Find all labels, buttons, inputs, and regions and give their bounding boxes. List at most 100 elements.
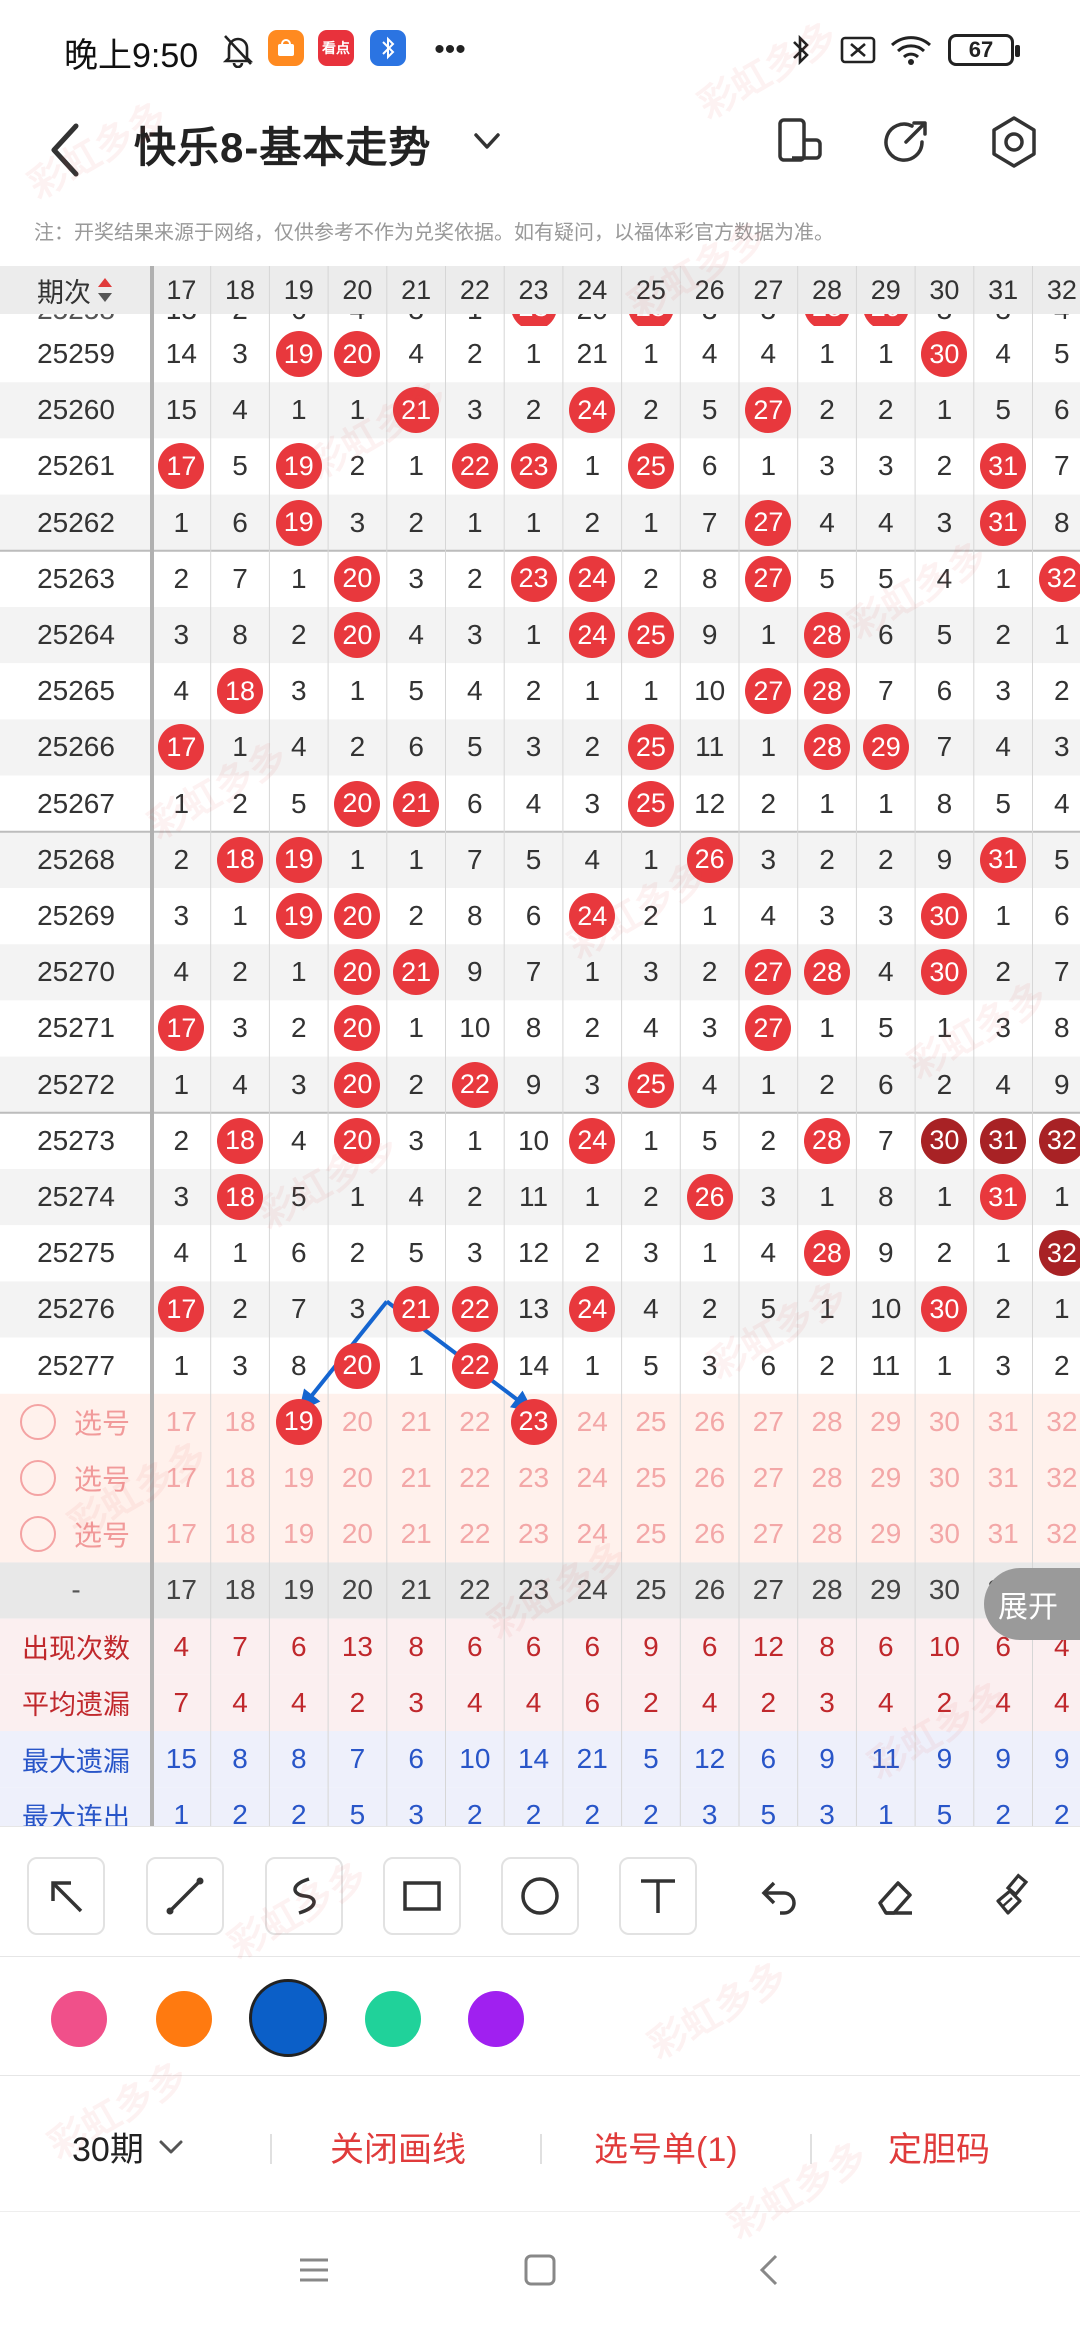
selectable-number[interactable]: 27 <box>739 1450 798 1506</box>
selectable-number[interactable]: 29 <box>856 1450 915 1506</box>
selectable-number[interactable]: 24 <box>563 1394 622 1450</box>
selected-number[interactable]: 23 <box>504 1394 563 1450</box>
selectable-number[interactable]: 19 <box>269 1506 328 1562</box>
back-nav-icon[interactable] <box>752 2252 788 2293</box>
selectable-number[interactable]: 30 <box>915 1450 974 1506</box>
stats-value: 21 <box>576 1743 608 1775</box>
selectable-number[interactable]: 17 <box>152 1506 211 1562</box>
hit-ball: 21 <box>393 949 440 996</box>
clear-brush-icon[interactable] <box>974 1857 1052 1935</box>
selectable-number[interactable]: 31 <box>974 1506 1033 1562</box>
selectable-number[interactable]: 24 <box>563 1450 622 1506</box>
selectable-number[interactable]: 28 <box>798 1506 857 1562</box>
period-label: 25265 <box>37 675 115 707</box>
selectable-number[interactable]: 21 <box>387 1394 446 1450</box>
undo-icon[interactable] <box>738 1857 816 1935</box>
selectable-number[interactable]: 22 <box>446 1450 505 1506</box>
selectable-number[interactable]: 28 <box>798 1394 857 1450</box>
selectable-number[interactable]: 31 <box>974 1450 1033 1506</box>
settings-gear-icon[interactable] <box>984 112 1044 172</box>
color-swatch-purple[interactable] <box>468 1991 524 2047</box>
selectable-number[interactable]: 19 <box>269 1450 328 1506</box>
miss-count: 3 <box>173 1181 190 1213</box>
miss-count: 4 <box>408 338 424 370</box>
selectable-number[interactable]: 32 <box>1033 1450 1080 1506</box>
selectable-number[interactable]: 22 <box>446 1394 505 1450</box>
period-select[interactable]: 30期 <box>72 2122 188 2171</box>
selectable-number[interactable]: 22 <box>446 1506 505 1562</box>
hit-cell: 19 <box>269 888 328 944</box>
selectable-number[interactable]: 27 <box>739 1394 798 1450</box>
selectable-number[interactable]: 30 <box>915 1506 974 1562</box>
selectable-number[interactable]: 25 <box>622 1506 681 1562</box>
miss-count: 1 <box>349 843 366 875</box>
select-row-toggle[interactable]: 选号 <box>0 1394 152 1450</box>
period-column-header[interactable]: 期次 <box>0 266 152 314</box>
expand-button[interactable]: 展开 <box>984 1568 1080 1641</box>
selectable-number[interactable]: 25 <box>622 1394 681 1450</box>
selectable-number[interactable]: 32 <box>1033 1394 1080 1450</box>
circle-tool-icon[interactable] <box>501 1857 579 1935</box>
page-title[interactable]: 快乐8-基本走势 <box>134 114 431 175</box>
selectable-number[interactable]: 31 <box>974 1394 1033 1450</box>
banker-number-button[interactable]: 定胆码 <box>888 2122 990 2171</box>
select-row-toggle[interactable]: 选号 <box>0 1506 152 1562</box>
selectable-number[interactable]: 18 <box>211 1394 270 1450</box>
selectable-number[interactable]: 18 <box>211 1450 270 1506</box>
selectable-number[interactable]: 29 <box>856 1394 915 1450</box>
chevron-down-icon[interactable] <box>470 124 504 158</box>
system-nav-bar <box>0 2212 1080 2340</box>
miss-count: 1 <box>408 450 424 482</box>
selectable-number[interactable]: 30 <box>915 1394 974 1450</box>
selectable-number[interactable]: 17 <box>152 1450 211 1506</box>
selectable-number[interactable]: 17 <box>152 1394 211 1450</box>
selectable-number[interactable]: 23 <box>504 1450 563 1506</box>
arrow-tool-icon[interactable] <box>27 1857 105 1935</box>
hit-cell: 17 <box>152 438 211 494</box>
selectable-number[interactable]: 21 <box>387 1450 446 1506</box>
hit-cell: 19 <box>269 326 328 382</box>
selectable-number[interactable]: 20 <box>328 1394 387 1450</box>
pick-list-button[interactable]: 选号单(1) <box>594 2122 738 2171</box>
selectable-number[interactable]: 18 <box>211 1506 270 1562</box>
home-nav-icon[interactable] <box>522 2252 558 2293</box>
selectable-number[interactable]: 26 <box>680 1506 739 1562</box>
phone-landscape-button[interactable] <box>770 112 830 172</box>
selectable-number[interactable]: 26 <box>680 1394 739 1450</box>
miss-count: 3 <box>408 1124 424 1156</box>
selected-number[interactable]: 19 <box>269 1394 328 1450</box>
selectable-number[interactable]: 23 <box>504 1506 563 1562</box>
select-row-toggle[interactable]: 选号 <box>0 1450 152 1506</box>
selectable-number[interactable]: 28 <box>798 1450 857 1506</box>
hit-ball: 24 <box>569 1117 616 1164</box>
curve-tool-icon[interactable] <box>265 1857 343 1935</box>
menu-nav-icon[interactable] <box>296 2252 332 2293</box>
selectable-number[interactable]: 20 <box>328 1506 387 1562</box>
color-swatch-orange[interactable] <box>156 1991 212 2047</box>
selectable-number[interactable]: 29 <box>856 1506 915 1562</box>
back-button[interactable] <box>40 110 100 190</box>
rectangle-tool-icon[interactable] <box>383 1857 461 1935</box>
eraser-icon[interactable] <box>856 1857 934 1935</box>
miss-count: 1 <box>584 675 601 707</box>
selectable-number[interactable]: 25 <box>622 1450 681 1506</box>
selectable-number[interactable]: 26 <box>680 1450 739 1506</box>
share-button[interactable] <box>876 112 936 172</box>
miss-count: 4 <box>290 1124 307 1156</box>
miss-count: 2 <box>290 619 307 651</box>
miss-count: 2 <box>819 394 835 426</box>
color-swatch-green[interactable] <box>365 1991 421 2047</box>
miss-count: 1 <box>936 394 953 426</box>
color-swatch-blue-selected[interactable] <box>249 1979 327 2057</box>
selectable-number[interactable]: 20 <box>328 1450 387 1506</box>
hit-ball: 29 <box>862 314 909 326</box>
selectable-number[interactable]: 21 <box>387 1506 446 1562</box>
miss-count: 5 <box>467 731 483 763</box>
selectable-number[interactable]: 24 <box>563 1506 622 1562</box>
line-tool-icon[interactable] <box>146 1857 224 1935</box>
close-drawing-button[interactable]: 关闭画线 <box>330 2122 466 2171</box>
color-swatch-pink[interactable] <box>51 1991 107 2047</box>
selectable-number[interactable]: 32 <box>1033 1506 1080 1562</box>
selectable-number[interactable]: 27 <box>739 1506 798 1562</box>
text-tool-icon[interactable] <box>619 1857 697 1935</box>
